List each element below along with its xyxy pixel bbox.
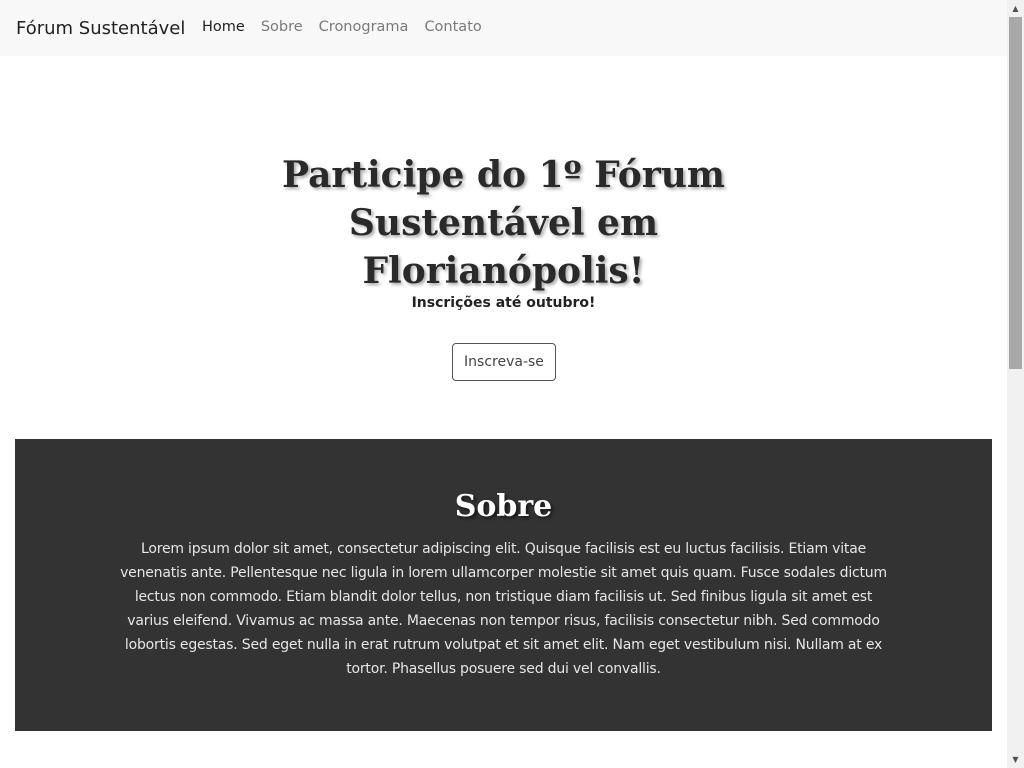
nav-link-sobre[interactable]: Sobre (261, 19, 303, 35)
nav-link-home[interactable]: Home (202, 19, 245, 35)
about-text: Lorem ipsum dolor sit amet, consectetur … (120, 541, 887, 677)
nav-links: Home Sobre Cronograma Contato (202, 19, 498, 35)
scroll-down-arrow-icon[interactable]: ▼ (1007, 751, 1024, 768)
page: Fórum Sustentável Home Sobre Cronograma … (0, 0, 1007, 768)
about-title: Sobre (454, 489, 553, 524)
nav-link-contato[interactable]: Contato (424, 19, 481, 35)
hero-title-line: Florianópolis! (362, 250, 645, 292)
brand-logo[interactable]: Fórum Sustentável (16, 18, 185, 39)
hero-title-line: Sustentável em (348, 202, 659, 244)
scroll-up-arrow-icon[interactable]: ▲ (1007, 0, 1024, 17)
hero-title-line: Participe do 1º Fórum (281, 154, 726, 196)
register-button[interactable]: Inscreva-se (452, 343, 556, 381)
nav-link-cronograma[interactable]: Cronograma (319, 19, 409, 35)
hero-title: Participe do 1º Fórum Sustentável em Flo… (0, 151, 1007, 295)
hero-section: Participe do 1º Fórum Sustentável em Flo… (0, 56, 1007, 439)
scrollbar-thumb[interactable] (1009, 17, 1022, 369)
hero-subtitle: Inscrições até outubro! (411, 295, 596, 311)
navbar: Fórum Sustentável Home Sobre Cronograma … (0, 0, 1007, 56)
vertical-scrollbar[interactable]: ▲ ▼ (1007, 0, 1024, 768)
about-section: Sobre Lorem ipsum dolor sit amet, consec… (15, 439, 992, 731)
